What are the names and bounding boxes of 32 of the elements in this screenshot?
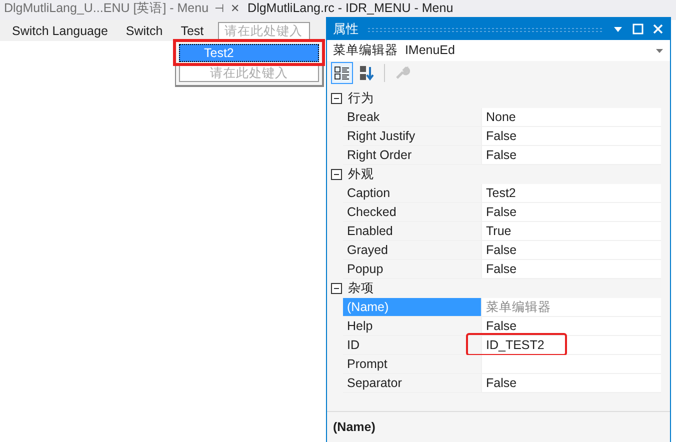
category-header: 外观 — [348, 166, 374, 183]
menu-item[interactable]: Switch — [126, 24, 163, 38]
object-selector[interactable]: 菜单编辑器 IMenuEd — [327, 40, 670, 61]
category-header: 行为 — [348, 90, 374, 107]
property-name[interactable]: Enabled — [343, 222, 482, 240]
menu-item[interactable]: Switch Language — [12, 24, 108, 38]
categorized-button[interactable] — [331, 62, 353, 84]
close-icon[interactable]: ✕ — [230, 2, 240, 14]
document-tab[interactable]: DlgMutliLang.rc - IDR_MENU - Menu — [244, 0, 458, 16]
panel-title: 属性 — [333, 20, 359, 38]
collapse-icon[interactable] — [331, 93, 342, 104]
property-name[interactable]: Checked — [343, 203, 482, 221]
property-name[interactable]: Right Order — [343, 146, 482, 164]
document-tab[interactable]: DlgMutliLang_U...ENU [英语] - Menu ⊣ ✕ — [0, 0, 244, 16]
description-title: (Name) — [333, 420, 376, 434]
close-icon[interactable] — [652, 23, 664, 35]
maximize-icon[interactable] — [632, 23, 644, 35]
property-name[interactable]: Break — [343, 108, 482, 126]
category-header: 杂项 — [348, 280, 374, 297]
property-name[interactable]: Popup — [343, 260, 482, 278]
property-name[interactable]: Grayed — [343, 241, 482, 259]
caret-icon[interactable] — [656, 48, 664, 54]
pin-icon[interactable]: ⊣ — [214, 2, 225, 14]
menu-item[interactable]: Test — [180, 24, 204, 38]
property-name[interactable]: ID — [343, 336, 482, 354]
property-name[interactable]: Right Justify — [343, 127, 482, 145]
property-name[interactable]: Separator — [343, 374, 482, 392]
collapse-icon[interactable] — [331, 283, 342, 294]
property-name[interactable]: Help — [343, 317, 482, 335]
property-name[interactable]: Prompt — [343, 355, 482, 373]
collapse-icon[interactable] — [331, 169, 342, 180]
property-name[interactable]: Caption — [343, 184, 482, 202]
